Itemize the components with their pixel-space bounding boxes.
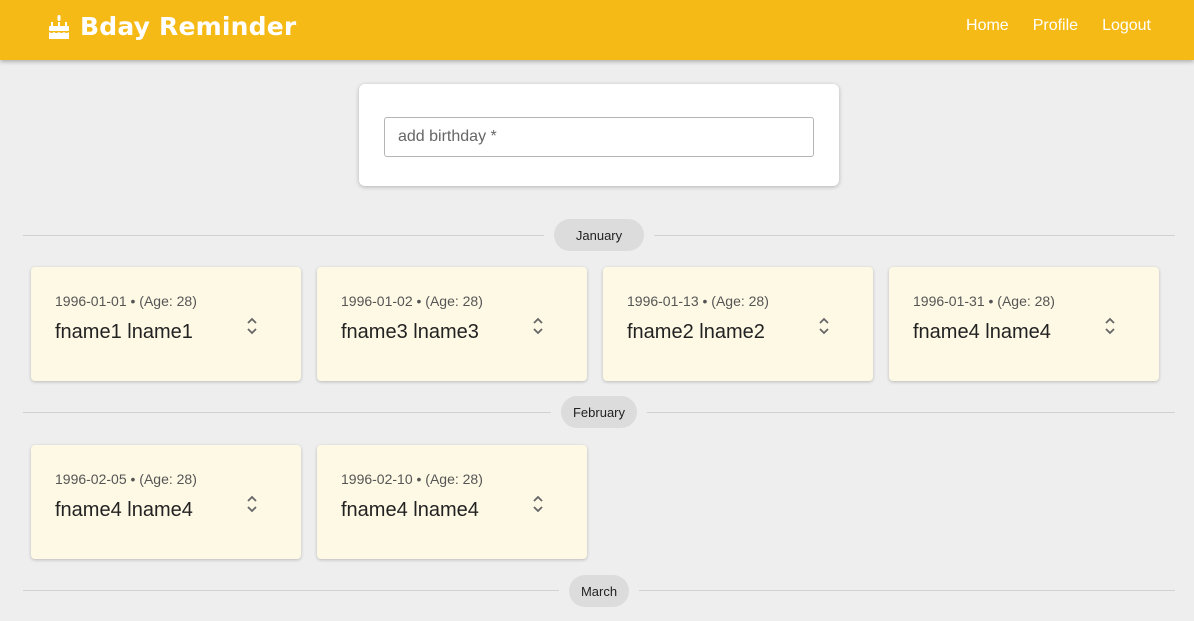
month-chip-february: February: [561, 396, 637, 428]
add-birthday-input[interactable]: [384, 117, 814, 157]
birthday-card[interactable]: 1996-02-05 • (Age: 28) fname4 lname4: [31, 445, 301, 559]
birthday-date: 1996-02-05 • (Age: 28): [55, 471, 197, 487]
birthday-date: 1996-01-02 • (Age: 28): [341, 293, 483, 309]
app-title: Bday Reminder: [80, 12, 297, 41]
month-chip-march: March: [569, 575, 629, 607]
unfold-icon[interactable]: [241, 313, 263, 339]
nav-profile-link[interactable]: Profile: [1033, 17, 1078, 35]
main-nav: Home Profile Logout: [966, 17, 1151, 35]
unfold-icon[interactable]: [527, 491, 549, 517]
birthday-name: fname4 lname4: [341, 499, 479, 521]
birthday-card[interactable]: 1996-01-01 • (Age: 28) fname1 lname1: [31, 267, 301, 381]
birthday-name: fname3 lname3: [341, 321, 479, 343]
birthday-name: fname1 lname1: [55, 321, 193, 343]
nav-home-link[interactable]: Home: [966, 17, 1009, 35]
unfold-icon[interactable]: [813, 313, 835, 339]
birthday-card[interactable]: 1996-01-13 • (Age: 28) fname2 lname2: [603, 267, 873, 381]
birthday-date: 1996-02-10 • (Age: 28): [341, 471, 483, 487]
birthday-date: 1996-01-13 • (Age: 28): [627, 293, 769, 309]
nav-logout-link[interactable]: Logout: [1102, 17, 1151, 35]
birthday-date: 1996-01-31 • (Age: 28): [913, 293, 1055, 309]
birthday-card[interactable]: 1996-01-02 • (Age: 28) fname3 lname3: [317, 267, 587, 381]
birthday-card[interactable]: 1996-01-31 • (Age: 28) fname4 lname4: [889, 267, 1159, 381]
add-birthday-card: [359, 84, 839, 186]
unfold-icon[interactable]: [241, 491, 263, 517]
cake-icon: [49, 14, 69, 39]
app-bar: Bday Reminder Home Profile Logout: [0, 0, 1194, 60]
month-chip-january: January: [554, 219, 644, 251]
birthday-name: fname4 lname4: [55, 499, 193, 521]
brand[interactable]: Bday Reminder: [48, 12, 296, 41]
unfold-icon[interactable]: [1099, 313, 1121, 339]
unfold-icon[interactable]: [527, 313, 549, 339]
birthday-date: 1996-01-01 • (Age: 28): [55, 293, 197, 309]
birthday-name: fname4 lname4: [913, 321, 1051, 343]
birthday-name: fname2 lname2: [627, 321, 765, 343]
birthday-card[interactable]: 1996-02-10 • (Age: 28) fname4 lname4: [317, 445, 587, 559]
